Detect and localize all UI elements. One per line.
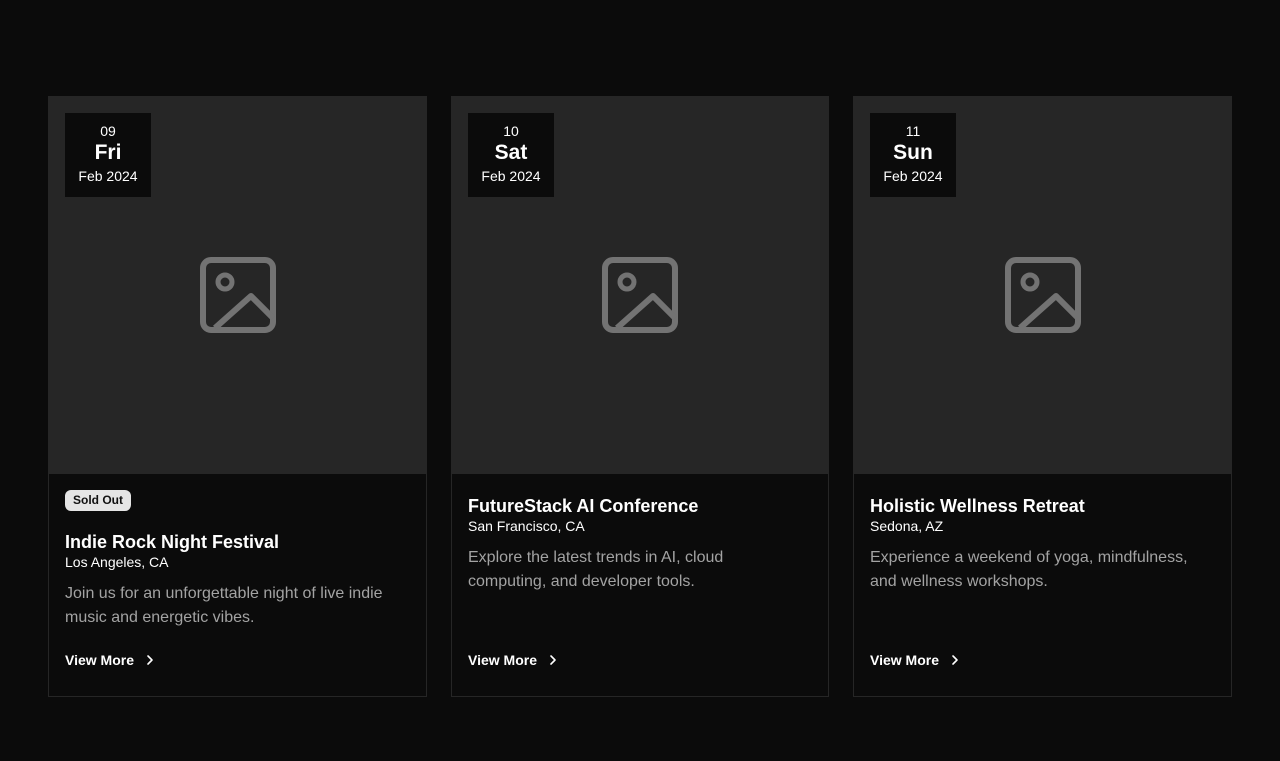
view-more-label: View More: [870, 652, 939, 668]
date-weekday: Fri: [94, 141, 122, 164]
chevron-right-icon: [952, 655, 958, 665]
date-weekday: Sat: [494, 141, 528, 164]
date-month-year: Feb 2024: [883, 168, 943, 184]
chevron-right-icon: [550, 655, 556, 665]
event-card-body: Holistic Wellness Retreat Sedona, AZ Exp…: [854, 474, 1231, 697]
event-description: Explore the latest trends in AI, cloud c…: [468, 549, 724, 590]
date-badge: 09 Fri Feb 2024: [65, 113, 151, 197]
event-card-body: Sold Out Indie Rock Night Festival Los A…: [49, 474, 426, 697]
date-day-number: 10: [503, 123, 519, 139]
event-location: Sedona, AZ: [870, 518, 944, 534]
event-title: Holistic Wellness Retreat: [870, 496, 1085, 516]
event-image: 10 Sat Feb 2024: [452, 97, 828, 474]
event-description: Join us for an unforgettable night of li…: [65, 585, 383, 626]
image-placeholder-icon: [1004, 256, 1081, 333]
event-card[interactable]: 09 Fri Feb 2024 Sold Out Indie Rock Nigh…: [48, 96, 427, 697]
event-card[interactable]: 10 Sat Feb 2024 FutureStack AI Conferenc…: [451, 96, 829, 697]
date-badge: 10 Sat Feb 2024: [468, 113, 554, 197]
view-more-link[interactable]: View More: [468, 652, 559, 668]
chevron-right-icon: [147, 655, 153, 665]
sold-out-badge: Sold Out: [65, 490, 131, 511]
event-title: FutureStack AI Conference: [468, 496, 699, 516]
date-day-number: 09: [100, 123, 116, 139]
view-more-label: View More: [65, 652, 134, 668]
event-image: 11 Sun Feb 2024: [854, 97, 1231, 474]
event-location: San Francisco, CA: [468, 518, 585, 534]
date-day-number: 11: [905, 123, 921, 139]
event-title: Indie Rock Night Festival: [65, 532, 280, 552]
view-more-link[interactable]: View More: [65, 652, 156, 668]
view-more-label: View More: [468, 652, 537, 668]
event-location: Los Angeles, CA: [65, 554, 169, 570]
date-weekday: Sun: [893, 141, 933, 164]
image-placeholder-icon: [199, 256, 276, 333]
date-month-year: Feb 2024: [481, 168, 541, 184]
event-image: 09 Fri Feb 2024: [49, 97, 426, 474]
view-more-link[interactable]: View More: [870, 652, 961, 668]
event-description: Experience a weekend of yoga, mindfulnes…: [870, 549, 1188, 590]
event-card[interactable]: 11 Sun Feb 2024 Holistic Wellness Retrea…: [853, 96, 1232, 697]
image-placeholder-icon: [602, 256, 678, 333]
event-card-body: FutureStack AI Conference San Francisco,…: [452, 474, 828, 697]
date-month-year: Feb 2024: [78, 168, 138, 184]
date-badge: 11 Sun Feb 2024: [870, 113, 956, 197]
event-card-grid: 09 Fri Feb 2024 Sold Out Indie Rock Nigh…: [48, 96, 1232, 697]
